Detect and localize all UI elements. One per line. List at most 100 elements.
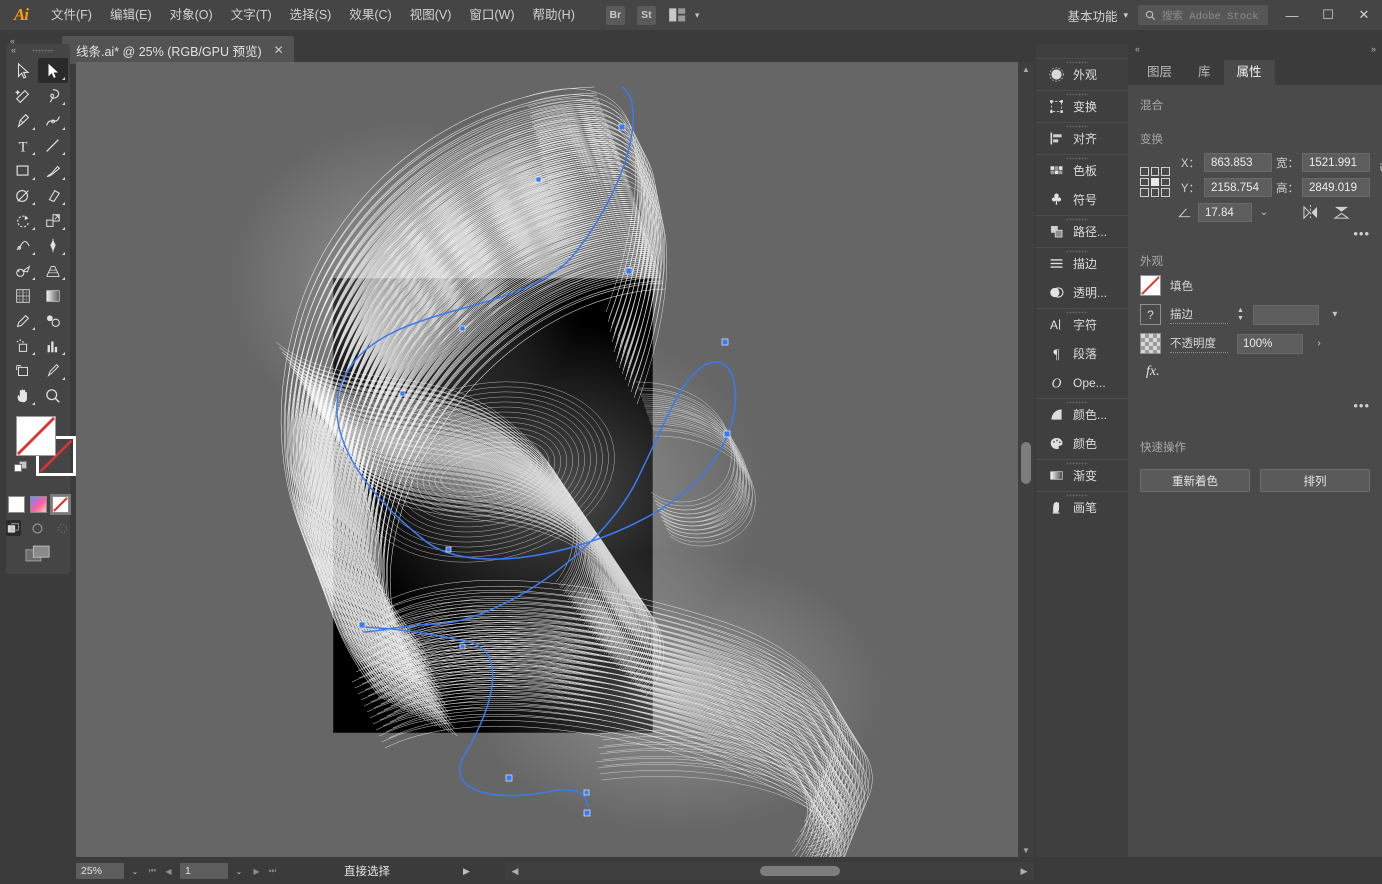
menu-help[interactable]: 帮助(H)	[524, 0, 584, 30]
angle-input[interactable]: 17.84	[1198, 203, 1252, 222]
next-artboard-button[interactable]: ▶	[250, 867, 263, 876]
line-segment-tool[interactable]	[38, 133, 68, 158]
height-input[interactable]: 2849.019	[1302, 178, 1370, 197]
ref-pt-bl[interactable]	[1140, 188, 1149, 197]
stroke-label[interactable]: 描边	[1170, 306, 1228, 324]
angle-chevron-down-icon[interactable]: ⌄	[1257, 207, 1271, 218]
appearance-more-options[interactable]: •••	[1140, 380, 1370, 413]
properties-collapse-left-icon[interactable]: «	[1135, 44, 1140, 54]
dock-drag-handle[interactable]	[1066, 61, 1088, 64]
scroll-up-icon[interactable]: ▲	[1018, 62, 1034, 76]
eraser-tool[interactable]	[38, 183, 68, 208]
menu-effect[interactable]: 效果(C)	[340, 0, 400, 30]
opacity-swatch-icon[interactable]	[1140, 333, 1161, 354]
shaper-tool[interactable]	[8, 183, 38, 208]
type-tool[interactable]: T	[8, 133, 38, 158]
ref-pt-tr[interactable]	[1161, 167, 1170, 176]
canvas-horizontal-scrollbar[interactable]: ◀ ▶	[505, 862, 1034, 880]
dock-item-swatches[interactable]: 色板	[1036, 156, 1128, 185]
stroke-swatch-props[interactable]: ?	[1140, 304, 1161, 325]
magic-wand-tool[interactable]	[8, 83, 38, 108]
transform-more-options[interactable]: •••	[1140, 222, 1370, 241]
arrange-chevron-down-icon[interactable]: ▾	[695, 10, 700, 21]
dock-item-stroke[interactable]: 描边	[1036, 249, 1128, 278]
stroke-chevron-down-icon[interactable]: ▾	[1328, 309, 1342, 320]
color-button[interactable]	[7, 496, 25, 513]
dock-drag-handle[interactable]	[1066, 462, 1088, 465]
link-broken-icon[interactable]	[1378, 153, 1382, 175]
symbol-sprayer-tool[interactable]	[8, 333, 38, 358]
perspective-grid-tool[interactable]	[38, 258, 68, 283]
stepper-down-icon[interactable]: ▼	[1237, 315, 1244, 322]
stroke-weight-input[interactable]	[1252, 304, 1319, 325]
dock-drag-handle[interactable]	[1066, 93, 1088, 96]
zoom-level-input[interactable]: 25%	[76, 863, 124, 879]
none-button[interactable]	[49, 494, 71, 515]
direct-selection-tool[interactable]	[38, 58, 68, 83]
eyedropper-tool[interactable]	[8, 308, 38, 333]
stepper-up-icon[interactable]: ▲	[1237, 307, 1244, 314]
first-artboard-button[interactable]: ⏮	[146, 866, 159, 876]
dock-drag-handle[interactable]	[1066, 494, 1088, 497]
ref-pt-tc[interactable]	[1150, 167, 1160, 176]
properties-collapse-right-icon[interactable]: »	[1371, 44, 1376, 54]
document-tab[interactable]: 线条.ai* @ 25% (RGB/GPU 预览) ✕	[62, 36, 294, 64]
menu-window[interactable]: 窗口(W)	[460, 0, 523, 30]
dock-item-gradient[interactable]: 渐变	[1036, 461, 1128, 490]
width-input[interactable]: 1521.991	[1302, 153, 1370, 172]
fx-button[interactable]: fx.	[1140, 362, 1370, 380]
draw-normal-mode[interactable]	[6, 520, 22, 536]
close-button[interactable]: ✕	[1346, 0, 1382, 30]
shape-builder-tool[interactable]	[8, 258, 38, 283]
scale-tool[interactable]	[38, 208, 68, 233]
workspace-switcher[interactable]: 基本功能 ▾	[1057, 6, 1138, 25]
tools-collapse-icon[interactable]: «	[11, 45, 16, 55]
tab-layers[interactable]: 图层	[1134, 60, 1185, 85]
mesh-tool[interactable]	[8, 283, 38, 308]
gradient-tool[interactable]	[38, 283, 68, 308]
screen-mode-button[interactable]	[6, 545, 70, 562]
prev-artboard-button[interactable]: ◀	[162, 867, 175, 876]
draw-behind-mode[interactable]	[30, 520, 45, 536]
stroke-weight-stepper[interactable]: ▲ ▼	[1237, 307, 1244, 322]
ref-pt-br[interactable]	[1161, 188, 1170, 197]
recolor-button[interactable]: 重新着色	[1140, 469, 1250, 492]
rotate-tool[interactable]	[8, 208, 38, 233]
scroll-left-icon[interactable]: ◀	[509, 865, 521, 877]
arrange-button[interactable]: 排列	[1260, 469, 1370, 492]
paintbrush-tool[interactable]	[38, 158, 68, 183]
flip-horizontal-icon[interactable]	[1302, 205, 1319, 220]
y-input[interactable]: 2158.754	[1204, 178, 1272, 197]
width-tool[interactable]	[8, 233, 38, 258]
menu-file[interactable]: 文件(F)	[42, 0, 101, 30]
gradient-button[interactable]	[29, 496, 47, 513]
slice-tool[interactable]	[38, 358, 68, 383]
menu-type[interactable]: 文字(T)	[222, 0, 281, 30]
dock-drag-handle[interactable]	[1066, 311, 1088, 314]
dock-drag-handle[interactable]	[1066, 125, 1088, 128]
dock-drag-handle[interactable]	[1066, 157, 1088, 160]
curvature-tool[interactable]	[38, 108, 68, 133]
dock-item-brushes[interactable]: 画笔	[1036, 493, 1128, 522]
artboard-tool[interactable]	[8, 358, 38, 383]
dock-item-paragraph[interactable]: ¶ 段落	[1036, 339, 1128, 368]
menu-object[interactable]: 对象(O)	[161, 0, 222, 30]
hscroll-thumb[interactable]	[760, 866, 840, 876]
bridge-icon[interactable]: Br	[605, 5, 625, 25]
menu-edit[interactable]: 编辑(E)	[101, 0, 161, 30]
dock-item-opentype[interactable]: O Ope...	[1036, 368, 1128, 397]
scroll-right-icon[interactable]: ▶	[1018, 865, 1030, 877]
reference-point-selector[interactable]	[1140, 167, 1170, 197]
x-input[interactable]: 863.853	[1204, 153, 1272, 172]
vscroll-thumb[interactable]	[1021, 442, 1031, 484]
tab-properties[interactable]: 属性	[1223, 60, 1275, 85]
status-expand-icon[interactable]: ▶	[463, 866, 470, 877]
selection-tool[interactable]	[8, 58, 38, 83]
dock-item-appearance[interactable]: 外观	[1036, 60, 1128, 89]
close-tab-icon[interactable]: ✕	[274, 43, 284, 57]
fill-swatch-props[interactable]	[1140, 275, 1161, 296]
opacity-label[interactable]: 不透明度	[1170, 335, 1228, 353]
fill-swatch[interactable]	[16, 416, 56, 456]
stock-search-input[interactable]: 搜索 Adobe Stock	[1138, 5, 1268, 25]
opacity-input[interactable]: 100%	[1237, 333, 1303, 354]
